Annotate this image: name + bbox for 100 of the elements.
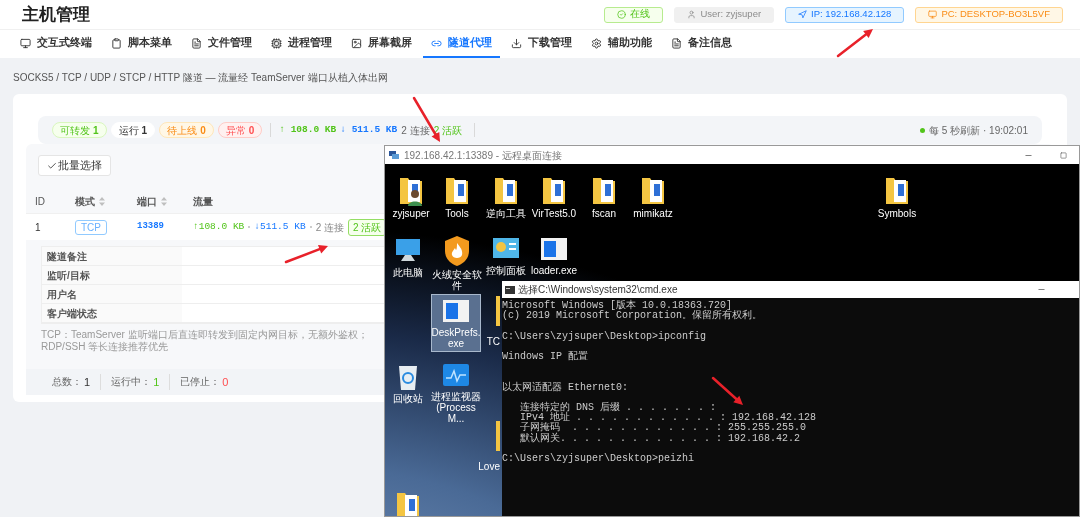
desktop-icon[interactable]: DeskPrefs.exe (431, 294, 481, 352)
column-header: 模式 (75, 194, 137, 209)
icon-label: loader.exe (529, 265, 579, 276)
status-pill: 异常 0 (217, 122, 263, 138)
status-pill: 待上线 0 (159, 122, 214, 138)
file-icon (671, 37, 682, 49)
desktop-icon[interactable]: 控制面板 (481, 232, 531, 279)
icon-label: mimikatz (632, 208, 674, 219)
nav-tab[interactable]: 辅助功能 (583, 30, 660, 58)
remote-desktop-icon (389, 150, 399, 160)
download-icon (511, 37, 522, 49)
console-line: 默认网关. . . . . . . . . . . . . : 192.168.42.2 (519, 433, 802, 444)
table-cell-text: 1 (34, 220, 42, 235)
column-header: 端口 (137, 194, 193, 209)
window-title: 192.168.42.1:13389 - 远程桌面连接 (404, 148, 562, 163)
desktop-icon[interactable]: 进程监视器 (Process M... (431, 358, 481, 427)
refresh-info: 每 5 秒刷新 · 19:02:01 (929, 123, 1028, 138)
status-pill: 运行 1 (110, 122, 156, 138)
console-line: C:\Users\zyjsuper\Desktop>ipconfig (502, 331, 708, 342)
footer-value: 1 (153, 374, 160, 390)
console-line: 以太网适配器 Ethernet0: (502, 382, 629, 393)
upload-traffic: ↑108.0 KB (193, 219, 245, 234)
upload-traffic: ↑ 108.0 KB (279, 122, 337, 137)
desktop-icon[interactable]: loader.exe (529, 232, 579, 279)
icon-label: 回收站 (392, 393, 424, 404)
console-line: Microsoft Windows [版本 10.0.18363.720] (502, 301, 733, 311)
maximize-icon[interactable] (1060, 151, 1067, 159)
icon-label: Love (478, 461, 500, 473)
tunnel-note: TCP：TeamServer 监听端口后直连即转发到固定内网目标，无额外鉴权；RDP/SSH 等长连接推荐优先 (41, 329, 369, 353)
icon-label: 控制面板 (485, 265, 527, 276)
icon-label: Symbols (876, 208, 918, 219)
icon-label: VirTest5.0 (530, 208, 578, 219)
desktop-icon[interactable]: Symbols (872, 171, 922, 222)
nav-tab[interactable]: 脚本菜单 (103, 30, 180, 58)
file-icon (191, 37, 202, 49)
icon-label: 逆向工具 (485, 208, 527, 219)
column-header: 流量 (193, 195, 213, 209)
terminal-icon (505, 285, 515, 294)
icon-label: Tools (444, 208, 470, 219)
mode-tag: TCP (75, 219, 107, 235)
annotation-arrow (284, 245, 328, 264)
connection-count: 2 连接 (315, 220, 344, 235)
console-line: 连接特定的 DNS 后缀 . . . . . . . : (519, 402, 718, 413)
shield-icon (443, 235, 471, 267)
nav-tab[interactable]: 交互式终端 (12, 30, 100, 58)
icon-label: 进程监视器 (Process M... (431, 391, 481, 424)
desktop-icon[interactable]: 逆向工具 (481, 171, 531, 222)
icon-label: DeskPrefs.exe (431, 327, 481, 349)
user-icon (687, 10, 697, 19)
icon-label: TC (486, 336, 500, 348)
detail-label: 用户名 (42, 285, 182, 303)
port-link[interactable]: 13389 (137, 220, 193, 234)
download-traffic: ↓511.5 KB (254, 219, 306, 234)
footer-value: 1 (84, 374, 91, 390)
detail-label: 隧道备注 (42, 247, 182, 265)
footer-value: 0 (222, 374, 229, 390)
program-icon (539, 235, 569, 263)
detail-label: 客户端状态 (42, 304, 182, 322)
console-line: (c) 2019 Microsoft Corporation。保留所有权利。 (502, 311, 764, 322)
check-circle-icon (617, 10, 627, 19)
image-icon (351, 37, 362, 49)
annotation-arrow (836, 29, 873, 58)
program-icon (441, 297, 471, 325)
desktop-icon[interactable]: mimikatz (628, 171, 678, 222)
cpu-icon (271, 37, 282, 49)
desktop-icon[interactable]: fscan (579, 171, 629, 222)
nav-tab[interactable]: 屏幕截屏 (343, 30, 420, 58)
icon-label: 火绒安全软件 (432, 269, 482, 291)
breadcrumb: SOCKS5 / TCP / UDP / STCP / HTTP 隧道 — 流量经 TeamServer 端口从植入体出网 (13, 72, 389, 84)
nav-tab[interactable]: 备注信息 (663, 30, 740, 58)
clipboard-icon (111, 37, 122, 49)
footer-label: 已停止： (180, 374, 221, 389)
desktop-icon[interactable]: 此电脑 (385, 232, 433, 281)
console-line: C:\Users\zyjsuper\Desktop>peizhi (502, 453, 696, 465)
nav-tab[interactable]: 下载管理 (503, 30, 580, 58)
footer-label: 总数： (52, 374, 82, 389)
nav-tab[interactable]: 文件管理 (183, 30, 260, 58)
detail-label: 监听/目标 (42, 266, 182, 284)
download-traffic: ↓ 511.5 KB (340, 122, 398, 137)
console-line: Windows IP 配置 (502, 352, 589, 363)
status-badge: 在线 (604, 6, 664, 23)
desktop-icon[interactable]: 火绒安全软件 (432, 232, 482, 294)
navigation-icon (798, 10, 808, 19)
gear-icon (591, 37, 602, 49)
batch-select-button[interactable]: 批量选择 (38, 155, 111, 176)
footer-label: 运行中： (111, 374, 152, 389)
status-pill: 可转发 1 (52, 122, 107, 138)
annotation-arrow (711, 376, 743, 405)
icon-label: zyjsuper (391, 208, 431, 219)
monitor-app-icon (441, 361, 471, 389)
icon-label: 此电脑 (392, 267, 424, 278)
connection-count: 2 连接 (401, 123, 430, 138)
column-header: ID (34, 195, 46, 209)
desktop-icon[interactable]: VirTest5.0 (529, 171, 579, 222)
nav-tab[interactable]: 进程管理 (263, 30, 340, 58)
check-icon (47, 160, 57, 171)
monitor-icon (928, 10, 938, 19)
cmd-title: 选择C:\Windows\system32\cmd.exe (518, 283, 678, 297)
monitor-icon (20, 37, 31, 49)
active-badge: 2 活跃 (347, 218, 387, 236)
